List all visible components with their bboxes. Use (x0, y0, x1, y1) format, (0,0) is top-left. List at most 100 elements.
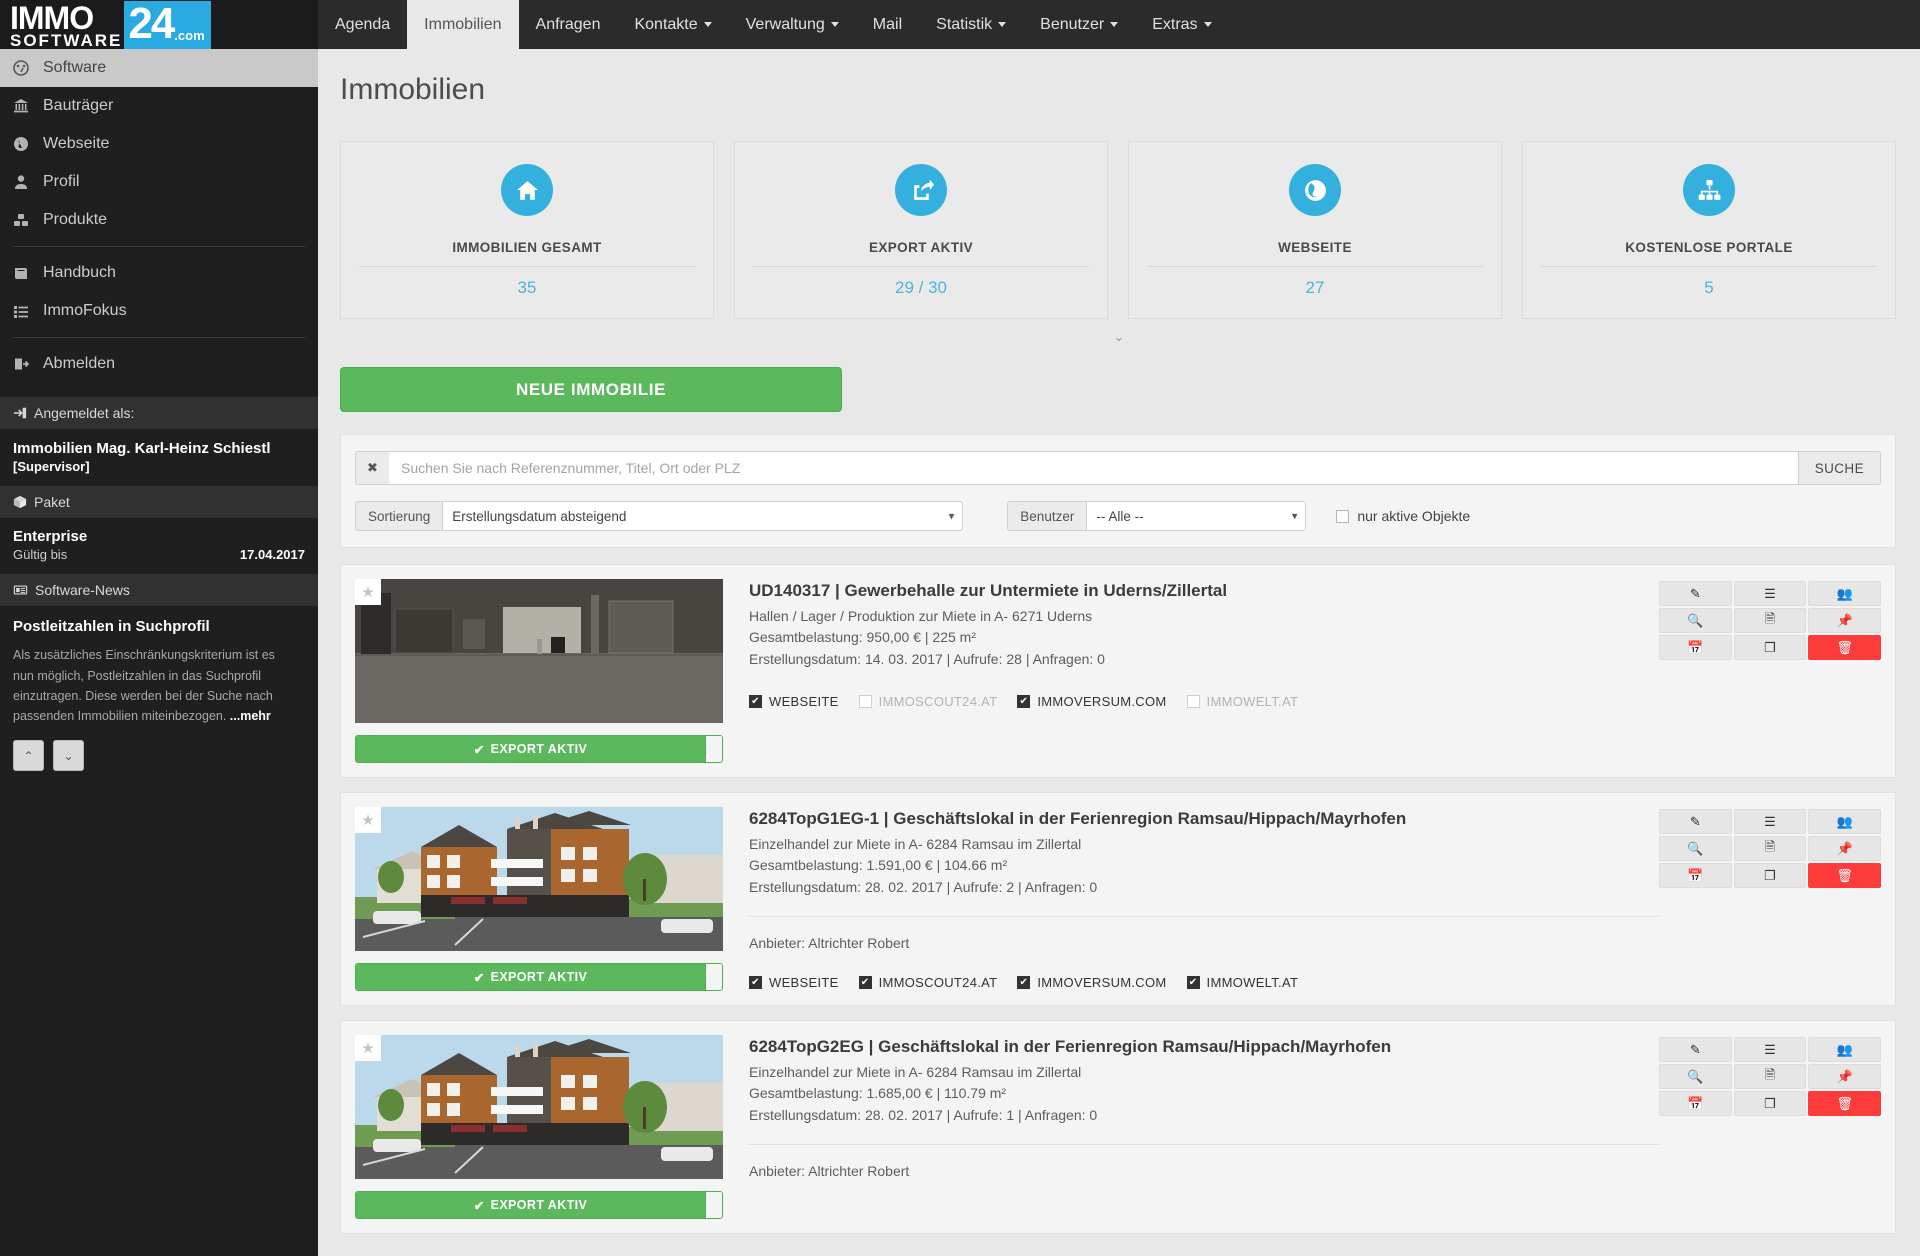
bank-icon (13, 98, 43, 114)
details-button[interactable]: ☰ (1733, 809, 1807, 834)
favorite-star-icon[interactable]: ★ (355, 579, 381, 605)
sidebar-item-produkte[interactable]: Produkte (0, 201, 318, 239)
logo[interactable]: IMMO SOFTWARE 24 .com (0, 0, 318, 49)
pin-button[interactable]: 📌 (1808, 1064, 1882, 1089)
nav-item-benutzer[interactable]: Benutzer (1023, 0, 1135, 49)
nav-item-extras[interactable]: Extras (1135, 0, 1228, 49)
pdf-button[interactable]: 🗎 (1733, 1064, 1807, 1089)
calendar-button[interactable]: 📅 (1659, 863, 1732, 888)
pdf-button[interactable]: 🗎 (1733, 608, 1807, 633)
paket-info: Enterprise Gültig bis 17.04.2017 (0, 518, 318, 574)
nav-item-mail[interactable]: Mail (856, 0, 919, 49)
preview-button[interactable]: 🔍 (1659, 1064, 1732, 1089)
news-more-link[interactable]: ...mehr (230, 709, 271, 723)
nav-item-verwaltung[interactable]: Verwaltung (729, 0, 856, 49)
sidebar-item-software[interactable]: Software (0, 49, 318, 87)
listing-title[interactable]: 6284TopG2EG | Geschäftslokal in der Feri… (749, 1037, 1659, 1057)
stat-card-label: WEBSEITE (1147, 240, 1483, 267)
search-input[interactable] (389, 451, 1798, 485)
sidebar-item-handbuch[interactable]: Handbuch (0, 254, 318, 292)
stat-card-webseite[interactable]: WEBSEITE 27 (1128, 141, 1502, 319)
portal-immoversum[interactable]: ✔ IMMOVERSUM.COM (1017, 975, 1166, 990)
contacts-button[interactable]: 👥 (1808, 581, 1882, 606)
listing-thumbnail[interactable]: ★ (355, 807, 723, 951)
stat-card-value: 5 (1704, 278, 1714, 297)
calendar-button[interactable]: 📅 (1659, 635, 1732, 660)
export-toggle[interactable]: ✔ EXPORT AKTIV (355, 735, 723, 763)
portal-immoscout24[interactable]: ✔ IMMOSCOUT24.AT (858, 975, 998, 990)
listing-title[interactable]: UD140317 | Gewerbehalle zur Untermiete i… (749, 581, 1659, 601)
pencil-icon: ✎ (1689, 1041, 1701, 1057)
portal-webseite[interactable]: ✔ WEBSEITE (749, 694, 839, 709)
preview-button[interactable]: 🔍 (1659, 608, 1732, 633)
export-toggle-handle[interactable] (705, 1192, 722, 1218)
list-icon: ☰ (1764, 813, 1776, 829)
portal-webseite[interactable]: ✔ WEBSEITE (749, 975, 839, 990)
list-icon: ☰ (1764, 1041, 1776, 1057)
sidebar-item-immofokus[interactable]: ImmoFokus (0, 292, 318, 330)
sidebar-item-profil[interactable]: Profil (0, 163, 318, 201)
nav-item-kontakte[interactable]: Kontakte (617, 0, 728, 49)
search-button[interactable]: SUCHE (1797, 451, 1881, 485)
delete-button[interactable]: 🗑 (1808, 635, 1882, 660)
stat-card-immobilien-gesamt[interactable]: IMMOBILIEN GESAMT 35 (340, 141, 714, 319)
calendar-button[interactable]: 📅 (1659, 1091, 1732, 1116)
copy-button[interactable]: ❐ (1733, 635, 1807, 660)
favorite-star-icon[interactable]: ★ (355, 807, 381, 833)
stat-card-kostenlose-portale[interactable]: KOSTENLOSE PORTALE 5 (1522, 141, 1896, 319)
pin-button[interactable]: 📌 (1808, 836, 1882, 861)
export-active-label[interactable]: ✔ EXPORT AKTIV (356, 964, 705, 990)
favorite-star-icon[interactable]: ★ (355, 1035, 381, 1061)
portal-immoversum[interactable]: ✔ IMMOVERSUM.COM (1017, 694, 1166, 709)
export-toggle[interactable]: ✔ EXPORT AKTIV (355, 1191, 723, 1219)
edit-button[interactable]: ✎ (1659, 581, 1732, 606)
pdf-button[interactable]: 🗎 (1733, 836, 1807, 861)
copy-button[interactable]: ❐ (1733, 1091, 1807, 1116)
listing-thumbnail[interactable]: ★ (355, 579, 723, 723)
nav-item-anfragen[interactable]: Anfragen (519, 0, 618, 49)
collapse-cards-toggle[interactable]: ⌄ (318, 319, 1920, 345)
stat-card-export-aktiv[interactable]: EXPORT AKTIV 29 / 30 (734, 141, 1108, 319)
news-prev-button[interactable]: ⌃ (13, 740, 44, 772)
export-toggle[interactable]: ✔ EXPORT AKTIV (355, 963, 723, 991)
listing-thumbnail[interactable]: ★ (355, 1035, 723, 1179)
delete-button[interactable]: 🗑 (1808, 1091, 1882, 1116)
clear-search-button[interactable]: ✖ (355, 451, 389, 485)
contacts-button[interactable]: 👥 (1808, 1037, 1882, 1062)
pin-button[interactable]: 📌 (1808, 608, 1882, 633)
sidebar-divider (13, 246, 305, 247)
sidebar-item-bautraeger[interactable]: Bauträger (0, 87, 318, 125)
checkbox-icon: ✔ (1186, 975, 1200, 989)
details-button[interactable]: ☰ (1733, 581, 1807, 606)
export-toggle-handle[interactable] (705, 964, 722, 990)
user-select[interactable]: -- Alle -- (1086, 501, 1307, 531)
export-active-label[interactable]: ✔ EXPORT AKTIV (356, 736, 705, 762)
copy-button[interactable]: ❐ (1733, 863, 1807, 888)
checkbox-icon (1336, 509, 1350, 523)
edit-button[interactable]: ✎ (1659, 809, 1732, 834)
logo-software-text: SOFTWARE (10, 30, 123, 50)
portal-immoscout24[interactable]: IMMOSCOUT24.AT (858, 694, 998, 709)
nav-item-agenda[interactable]: Agenda (318, 0, 407, 49)
news-next-button[interactable]: ⌄ (53, 740, 84, 772)
edit-button[interactable]: ✎ (1659, 1037, 1732, 1062)
sidebar-item-label: Profil (43, 173, 80, 190)
contacts-button[interactable]: 👥 (1808, 809, 1882, 834)
new-property-button[interactable]: NEUE IMMOBILIE (340, 367, 842, 412)
details-button[interactable]: ☰ (1733, 1037, 1807, 1062)
active-only-checkbox[interactable]: nur aktive Objekte (1336, 508, 1470, 524)
sidebar-item-abmelden[interactable]: Abmelden (0, 345, 318, 383)
sidebar-item-webseite[interactable]: Webseite (0, 125, 318, 163)
listing-title[interactable]: 6284TopG1EG-1 | Geschäftslokal in der Fe… (749, 809, 1659, 829)
portal-immowelt[interactable]: ✔ IMMOWELT.AT (1186, 975, 1299, 990)
portal-immowelt[interactable]: IMMOWELT.AT (1186, 694, 1299, 709)
chevron-down-icon: ⌄ (1113, 329, 1125, 344)
export-active-label[interactable]: ✔ EXPORT AKTIV (356, 1192, 705, 1218)
nav-item-statistik[interactable]: Statistik (919, 0, 1023, 49)
sort-select[interactable]: Erstellungsdatum absteigend (442, 501, 964, 531)
preview-button[interactable]: 🔍 (1659, 836, 1732, 861)
export-toggle-handle[interactable] (705, 736, 722, 762)
news-title[interactable]: Postleitzahlen in Suchprofil (0, 606, 318, 635)
nav-item-immobilien[interactable]: Immobilien (407, 0, 519, 49)
delete-button[interactable]: 🗑 (1808, 863, 1882, 888)
